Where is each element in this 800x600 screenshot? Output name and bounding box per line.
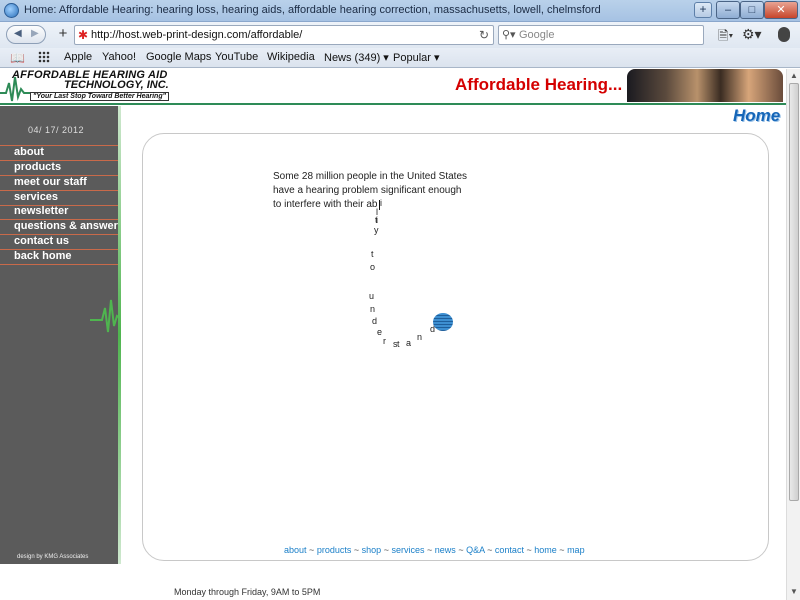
sidebar-item-about[interactable]: about xyxy=(14,146,44,158)
bookmark-news[interactable]: News (349) ▾ xyxy=(324,51,389,64)
design-credit[interactable]: design by KMG Associates xyxy=(17,554,88,560)
sidebar-item-questions-answers[interactable]: questions & answers xyxy=(14,220,124,232)
animated-letter: t xyxy=(375,215,378,225)
search-placeholder[interactable]: Google xyxy=(519,29,554,41)
sidebar: 04/ 17/ 2012 about products meet our sta… xyxy=(0,106,124,564)
address-bar[interactable]: ✱ http://host.web-print-design.com/affor… xyxy=(74,25,494,45)
top-sites-icon[interactable] xyxy=(38,51,50,63)
sidebar-item-contact-us[interactable]: contact us xyxy=(14,235,69,247)
animated-letter: u xyxy=(369,291,375,301)
animated-letter: r xyxy=(383,336,386,346)
scrollbar-thumb[interactable] xyxy=(789,83,799,501)
maximize-button[interactable]: □ xyxy=(740,1,764,19)
footer-separator: ~ xyxy=(427,545,433,555)
sidebar-divider xyxy=(0,264,118,265)
footer-separator: ~ xyxy=(309,545,315,555)
back-forward-control: ◀ ▶ xyxy=(6,25,46,44)
intro-line: Some 28 million people in the United Sta… xyxy=(273,171,468,182)
animated-letter: o xyxy=(370,262,376,272)
browser-icon xyxy=(4,3,19,18)
scroll-up-icon[interactable]: ▲ xyxy=(790,71,798,80)
footer-link-map[interactable]: map xyxy=(567,545,585,555)
current-date: 04/ 17/ 2012 xyxy=(28,125,85,135)
url-text[interactable]: http://host.web-print-design.com/afforda… xyxy=(91,29,302,41)
web-page: AFFORDABLE HEARING AID TECHNOLOGY, INC. … xyxy=(0,69,786,600)
sidebar-item-services[interactable]: services xyxy=(14,191,58,203)
search-icon[interactable]: ⚲▾ xyxy=(502,28,516,41)
company-logo[interactable]: AFFORDABLE HEARING AID TECHNOLOGY, INC. … xyxy=(0,69,200,105)
sidebar-item-back-home[interactable]: back home xyxy=(14,250,71,262)
footer-nav: about ~ products ~ shop ~ services ~ new… xyxy=(284,545,585,555)
back-arrow-icon[interactable]: ◀ xyxy=(14,28,22,39)
footer-link-services[interactable]: services xyxy=(391,545,424,555)
window-titlebar: Home: Affordable Hearing: hearing loss, … xyxy=(0,0,800,22)
bug-icon[interactable] xyxy=(778,27,790,42)
sidebar-green-edge xyxy=(118,106,121,564)
footer-link-contact[interactable]: contact xyxy=(495,545,524,555)
vertical-scrollbar[interactable]: ▲ ▼ xyxy=(786,69,800,600)
animated-letter: e xyxy=(377,327,383,337)
footer-link-shop[interactable]: shop xyxy=(362,545,382,555)
add-tab-button[interactable]: + xyxy=(694,2,712,18)
sidebar-soundwave-icon xyxy=(90,299,120,333)
new-tab-icon[interactable]: + xyxy=(55,26,71,43)
header-photo xyxy=(627,69,783,102)
navigation-toolbar: ◀ ▶ + ✱ http://host.web-print-design.com… xyxy=(0,22,800,48)
footer-link-news[interactable]: news xyxy=(435,545,456,555)
footer-separator: ~ xyxy=(383,545,389,555)
globe-icon xyxy=(433,313,453,331)
reading-list-icon[interactable]: 📖 xyxy=(10,51,25,65)
footer-link-products[interactable]: products xyxy=(317,545,352,555)
page-menu-icon[interactable]: 🗎▾ xyxy=(718,27,733,49)
bookmark-yahoo[interactable]: Yahoo! xyxy=(102,51,136,63)
scroll-down-icon[interactable]: ▼ xyxy=(790,587,798,596)
animated-letter: d xyxy=(372,316,378,326)
intro-text: Some 28 million people in the United Sta… xyxy=(273,170,467,212)
sidebar-item-meet-our-staff[interactable]: meet our staff xyxy=(14,176,87,188)
intro-line: to interfere with their ab xyxy=(273,199,378,210)
animated-letter: t xyxy=(397,339,400,349)
logo-tagline: "Your Last Stop Toward Better Hearing" xyxy=(30,92,169,101)
animated-letter: y xyxy=(374,225,379,235)
animated-letter: i xyxy=(380,198,382,208)
footer-separator: ~ xyxy=(487,545,493,555)
business-hours: Monday through Friday, 9AM to 5PM xyxy=(174,587,321,597)
close-window-button[interactable]: ✕ xyxy=(764,1,798,19)
header-divider xyxy=(0,103,786,105)
animated-letter: a xyxy=(406,338,412,348)
animated-letter: n xyxy=(370,304,376,314)
bookmark-apple[interactable]: Apple xyxy=(64,51,92,63)
minimize-button[interactable]: – xyxy=(716,1,740,19)
animated-letter: t xyxy=(371,249,374,259)
bookmarks-bar: 📖 Apple Yahoo! Google Maps YouTube Wikip… xyxy=(0,48,800,68)
bookmark-google-maps[interactable]: Google Maps xyxy=(146,51,211,63)
bookmark-youtube[interactable]: YouTube xyxy=(215,51,258,63)
search-bar[interactable]: ⚲▾ Google xyxy=(498,25,704,45)
sidebar-item-products[interactable]: products xyxy=(14,161,61,173)
footer-link-qa[interactable]: Q&A xyxy=(466,545,485,555)
sidebar-item-newsletter[interactable]: newsletter xyxy=(14,205,68,217)
footer-separator: ~ xyxy=(458,545,464,555)
gear-icon[interactable]: ⚙▾ xyxy=(742,26,762,43)
bookmark-popular[interactable]: Popular ▾ xyxy=(393,51,440,64)
reload-icon[interactable]: ↻ xyxy=(479,28,489,42)
site-favicon-icon: ✱ xyxy=(78,28,89,42)
footer-separator: ~ xyxy=(559,545,565,555)
footer-separator: ~ xyxy=(353,545,360,555)
footer-separator: ~ xyxy=(526,545,532,555)
bookmark-wikipedia[interactable]: Wikipedia xyxy=(267,51,315,63)
site-title: Affordable Hearing... xyxy=(455,75,623,94)
forward-arrow-icon[interactable]: ▶ xyxy=(31,28,39,39)
intro-line: have a hearing problem significant enoug… xyxy=(273,185,462,196)
page-title: Home xyxy=(733,106,781,125)
footer-link-about[interactable]: about xyxy=(284,545,307,555)
window-title: Home: Affordable Hearing: hearing loss, … xyxy=(24,4,601,16)
animated-letter: n xyxy=(417,332,423,342)
logo-line-2: TECHNOLOGY, INC. xyxy=(64,79,169,91)
footer-link-home[interactable]: home xyxy=(534,545,557,555)
